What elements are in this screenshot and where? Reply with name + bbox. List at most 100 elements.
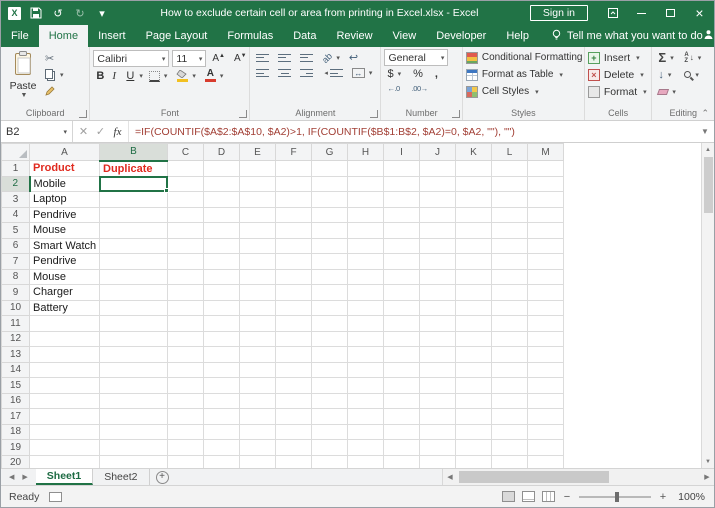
column-header-G[interactable]: G — [311, 143, 348, 161]
cell-H20[interactable] — [347, 455, 384, 468]
cell-D4[interactable] — [203, 207, 240, 223]
cell-E4[interactable] — [239, 207, 276, 223]
row-header-17[interactable]: 17 — [1, 408, 30, 425]
cell-D3[interactable] — [203, 191, 240, 208]
cell-L2[interactable] — [491, 176, 528, 192]
cell-D11[interactable] — [203, 315, 240, 332]
page-layout-view-icon[interactable] — [522, 491, 535, 502]
cell-D18[interactable] — [203, 424, 240, 440]
cell-K14[interactable] — [455, 362, 492, 378]
cell-A6[interactable]: Smart Watch — [29, 238, 100, 254]
cell-K11[interactable] — [455, 315, 492, 332]
percent-button[interactable]: % — [410, 67, 426, 81]
cell-C20[interactable] — [167, 455, 204, 468]
cell-F3[interactable] — [275, 191, 312, 208]
cell-M3[interactable] — [527, 191, 564, 208]
cell-M13[interactable] — [527, 346, 564, 363]
cell-I7[interactable] — [383, 253, 420, 270]
row-header-20[interactable]: 20 — [1, 454, 30, 468]
accounting-format-button[interactable]: $ ▾ — [384, 67, 404, 81]
cell-C11[interactable] — [167, 315, 204, 332]
align-left-button[interactable] — [253, 67, 272, 79]
cell-D2[interactable] — [203, 176, 240, 192]
row-header-15[interactable]: 15 — [1, 377, 30, 394]
cell-F14[interactable] — [275, 362, 312, 378]
cell-G8[interactable] — [311, 269, 348, 285]
row-header-18[interactable]: 18 — [1, 423, 30, 440]
cell-I9[interactable] — [383, 284, 420, 301]
cell-L18[interactable] — [491, 424, 528, 440]
cell-L6[interactable] — [491, 238, 528, 254]
column-header-B[interactable]: B — [99, 143, 168, 162]
cell-I2[interactable] — [383, 176, 420, 192]
wrap-text-button[interactable]: ↩ — [346, 50, 361, 65]
cell-M5[interactable] — [527, 222, 564, 239]
scroll-up-icon[interactable]: ▲ — [702, 143, 714, 156]
cell-I14[interactable] — [383, 362, 420, 378]
column-header-M[interactable]: M — [527, 143, 564, 161]
cell-E13[interactable] — [239, 346, 276, 363]
cell-K3[interactable] — [455, 191, 492, 208]
cell-A16[interactable] — [29, 393, 100, 409]
row-header-14[interactable]: 14 — [1, 361, 30, 378]
redo-icon[interactable]: ↻ — [73, 6, 87, 20]
cell-L3[interactable] — [491, 191, 528, 208]
font-size-combo[interactable]: 11 ▾ — [172, 50, 207, 67]
cell-F4[interactable] — [275, 207, 312, 223]
column-header-E[interactable]: E — [239, 143, 276, 161]
cell-F16[interactable] — [275, 393, 312, 409]
cell-L7[interactable] — [491, 253, 528, 270]
cell-K10[interactable] — [455, 300, 492, 316]
font-color-button[interactable]: A ▾ — [202, 69, 227, 83]
underline-button[interactable]: U — [123, 69, 134, 83]
paste-button[interactable]: Paste ▼ — [4, 49, 42, 101]
cell-A1[interactable]: Product — [29, 160, 100, 177]
format-as-table-button[interactable]: Format as Table ▾ — [465, 66, 563, 83]
cell-B2[interactable] — [99, 175, 169, 193]
cell-I8[interactable] — [383, 269, 420, 285]
cell-A17[interactable] — [29, 408, 100, 425]
cell-M11[interactable] — [527, 315, 564, 332]
cell-F12[interactable] — [275, 331, 312, 347]
cell-C6[interactable] — [167, 238, 204, 254]
cell-E15[interactable] — [239, 377, 276, 394]
cell-A4[interactable]: Pendrive — [29, 207, 100, 223]
cell-L1[interactable] — [491, 160, 528, 177]
row-header-6[interactable]: 6 — [1, 237, 30, 254]
cell-F13[interactable] — [275, 346, 312, 363]
font-family-combo[interactable]: Calibri ▾ — [93, 50, 170, 67]
cell-M6[interactable] — [527, 238, 564, 254]
tab-file[interactable]: File — [1, 25, 39, 47]
cell-M14[interactable] — [527, 362, 564, 378]
cell-G1[interactable] — [311, 160, 348, 177]
enter-formula-icon[interactable]: ✓ — [92, 125, 109, 138]
cell-F10[interactable] — [275, 300, 312, 316]
minimize-button[interactable] — [627, 1, 656, 25]
format-cells-button[interactable]: Format ▾ — [587, 83, 647, 100]
cell-I1[interactable] — [383, 160, 420, 177]
row-header-8[interactable]: 8 — [1, 268, 30, 285]
row-header-9[interactable]: 9 — [1, 284, 30, 301]
cell-A10[interactable]: Battery — [29, 300, 100, 316]
cell-M18[interactable] — [527, 424, 564, 440]
cell-I13[interactable] — [383, 346, 420, 363]
cell-L9[interactable] — [491, 284, 528, 301]
number-format-combo[interactable]: General ▾ — [384, 49, 449, 66]
cell-C15[interactable] — [167, 377, 204, 394]
column-header-L[interactable]: L — [491, 143, 528, 161]
borders-button[interactable]: ▾ — [146, 70, 171, 83]
cell-D10[interactable] — [203, 300, 240, 316]
align-top-button[interactable] — [253, 52, 272, 64]
cell-J7[interactable] — [419, 253, 456, 270]
cell-H3[interactable] — [347, 191, 384, 208]
undo-icon[interactable]: ↺ — [51, 6, 65, 20]
cell-J14[interactable] — [419, 362, 456, 378]
cell-M16[interactable] — [527, 393, 564, 409]
cell-E1[interactable] — [239, 160, 276, 177]
cell-I6[interactable] — [383, 238, 420, 254]
expand-formula-bar-icon[interactable]: ▼ — [696, 121, 714, 142]
cell-J20[interactable] — [419, 455, 456, 468]
cell-K9[interactable] — [455, 284, 492, 301]
format-painter-button[interactable] — [42, 84, 67, 100]
sort-filter-button[interactable]: A Z ↓ ▾ — [681, 51, 707, 65]
